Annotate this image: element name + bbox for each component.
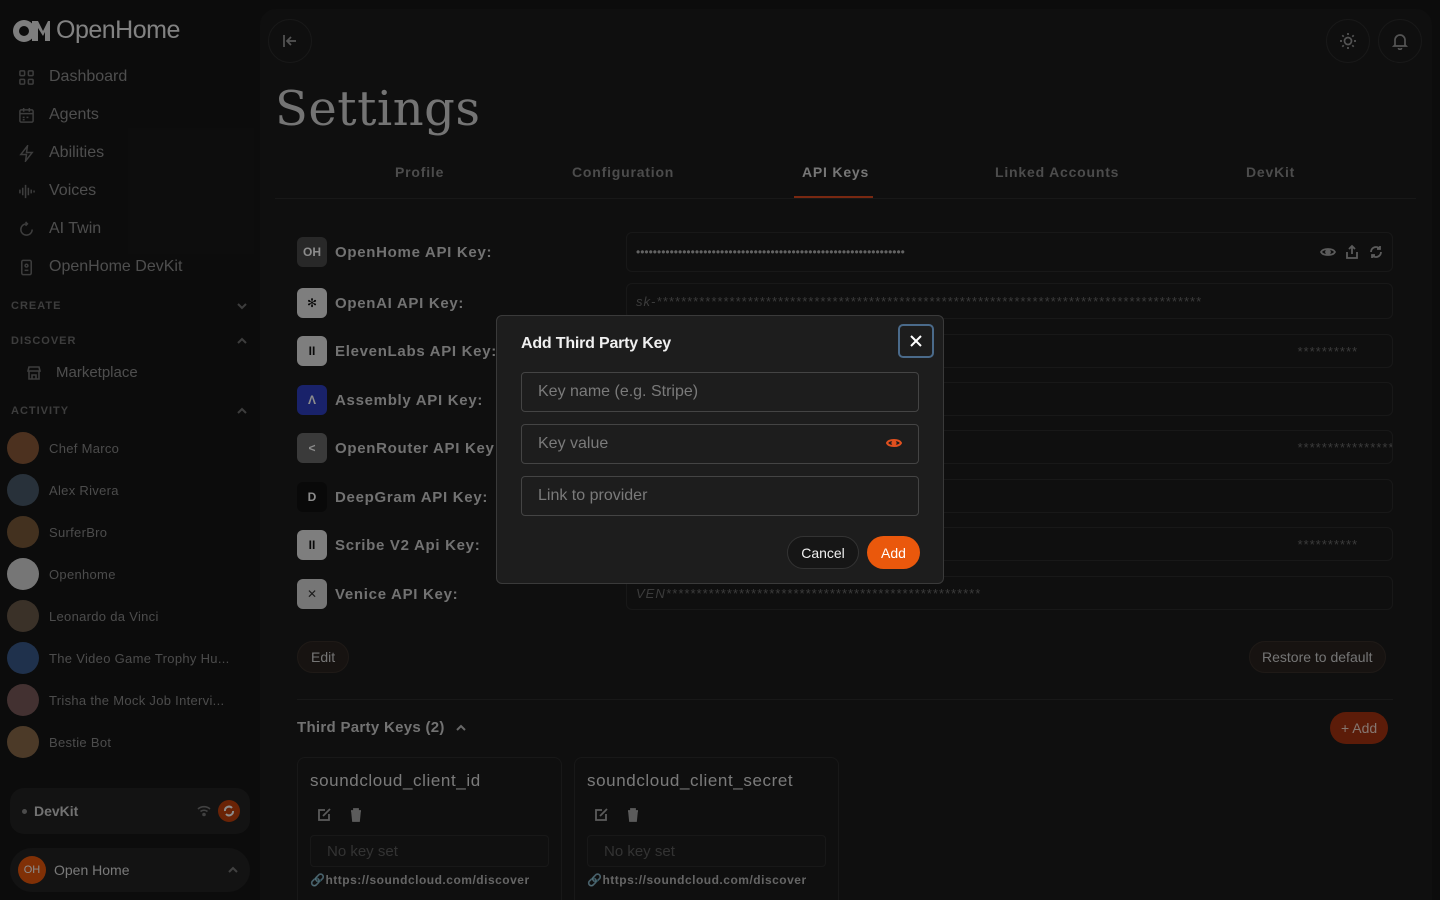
dialog-title: Add Third Party Key — [521, 335, 672, 352]
add-button[interactable]: Add — [867, 536, 920, 569]
eye-icon — [885, 439, 903, 447]
key-value-input[interactable] — [521, 424, 919, 464]
toggle-visibility-button[interactable] — [885, 435, 903, 451]
add-third-party-key-dialog: Add Third Party Key Cancel Add — [496, 315, 944, 584]
cancel-button[interactable]: Cancel — [787, 536, 859, 569]
provider-link-input[interactable] — [521, 476, 919, 516]
key-name-input[interactable] — [521, 372, 919, 412]
close-button[interactable] — [898, 324, 934, 358]
close-icon — [910, 335, 922, 347]
